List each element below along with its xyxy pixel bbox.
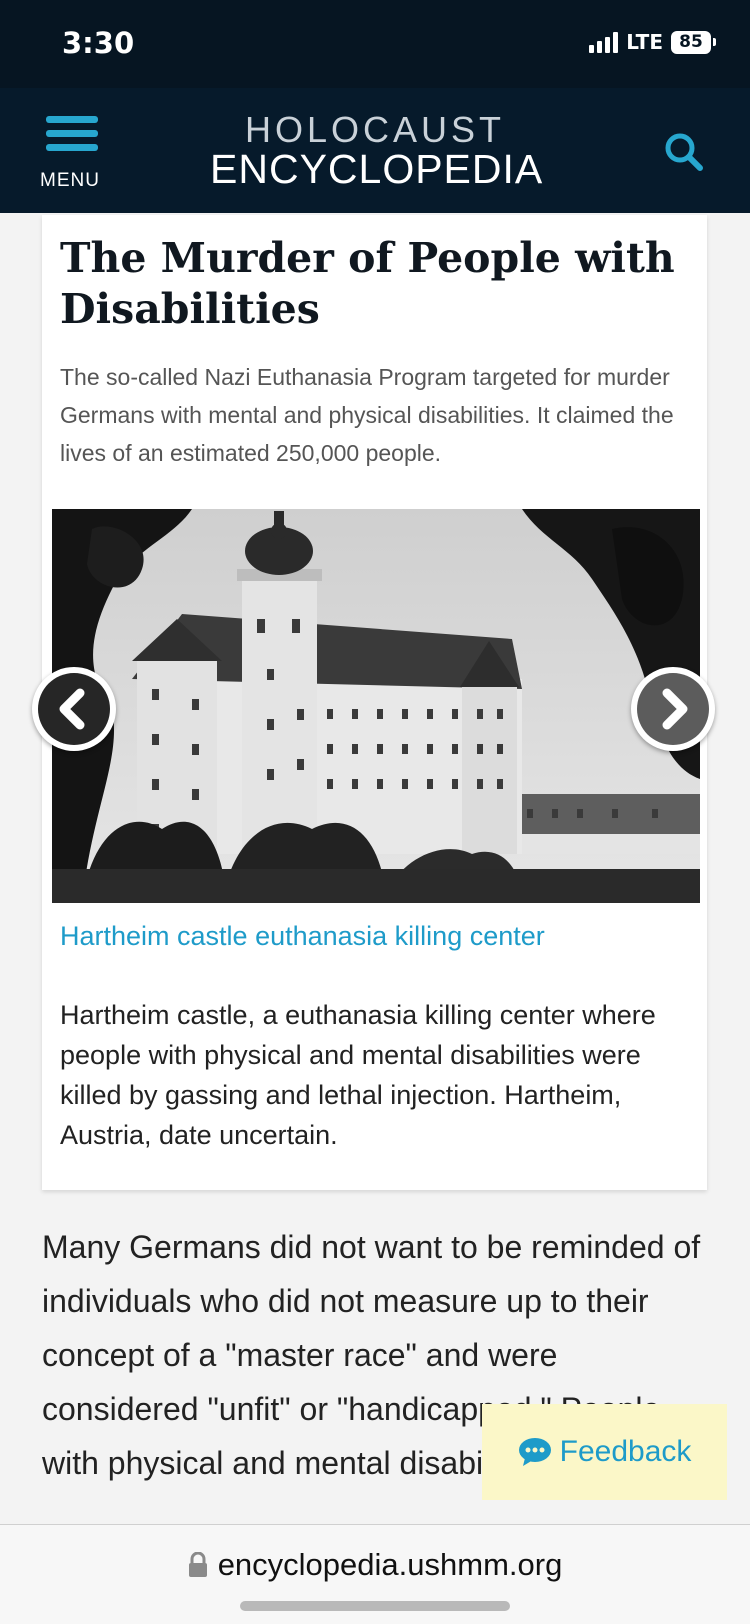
- image-caption-text: Hartheim castle, a euthanasia killing ce…: [60, 1000, 656, 1150]
- page-title: The Murder of People with Disabilities: [60, 234, 675, 333]
- status-time: 3:30: [62, 26, 135, 60]
- network-type: LTE: [626, 30, 663, 54]
- url-text: encyclopedia.ushmm.org: [217, 1547, 563, 1582]
- castle-photo: [52, 509, 700, 903]
- status-indicators: LTE 85: [589, 30, 716, 54]
- search-icon: [665, 133, 703, 171]
- speech-bubble-icon: [518, 1438, 551, 1466]
- carousel-photo[interactable]: [52, 509, 700, 903]
- carousel-next-button[interactable]: [631, 667, 715, 751]
- logo-bottom-text: ENCYCLOPEDIA: [210, 146, 544, 192]
- article-card: The Murder of People with Disabilities T…: [42, 215, 707, 1190]
- address-field[interactable]: encyclopedia.ushmm.org: [0, 1547, 750, 1583]
- carousel-prev-button[interactable]: [32, 667, 116, 751]
- image-caption-title[interactable]: Hartheim castle euthanasia killing cente…: [60, 921, 545, 952]
- feedback-label: Feedback: [559, 1435, 692, 1468]
- feedback-button[interactable]: Feedback: [482, 1404, 727, 1500]
- home-indicator[interactable]: [240, 1601, 510, 1611]
- status-bar: 3:30 LTE 85: [0, 0, 750, 88]
- article-summary: The so-called Nazi Euthanasia Program ta…: [60, 364, 674, 466]
- hamburger-icon: [46, 116, 98, 158]
- site-header: MENU HOLOCAUST ENCYCLOPEDIA: [0, 88, 750, 213]
- lock-icon: [188, 1552, 207, 1577]
- search-button[interactable]: [662, 130, 706, 174]
- chevron-left-icon: [59, 688, 85, 730]
- battery-level: 85: [671, 30, 711, 54]
- chevron-right-icon: [662, 688, 688, 730]
- menu-label: MENU: [40, 170, 100, 191]
- site-logo[interactable]: HOLOCAUST ENCYCLOPEDIA: [210, 109, 544, 192]
- logo-top-text: HOLOCAUST: [244, 109, 506, 150]
- battery-icon: 85: [671, 30, 716, 54]
- menu-button[interactable]: MENU: [36, 116, 108, 191]
- signal-icon: [589, 31, 619, 53]
- browser-url-bar: encyclopedia.ushmm.org: [0, 1524, 750, 1624]
